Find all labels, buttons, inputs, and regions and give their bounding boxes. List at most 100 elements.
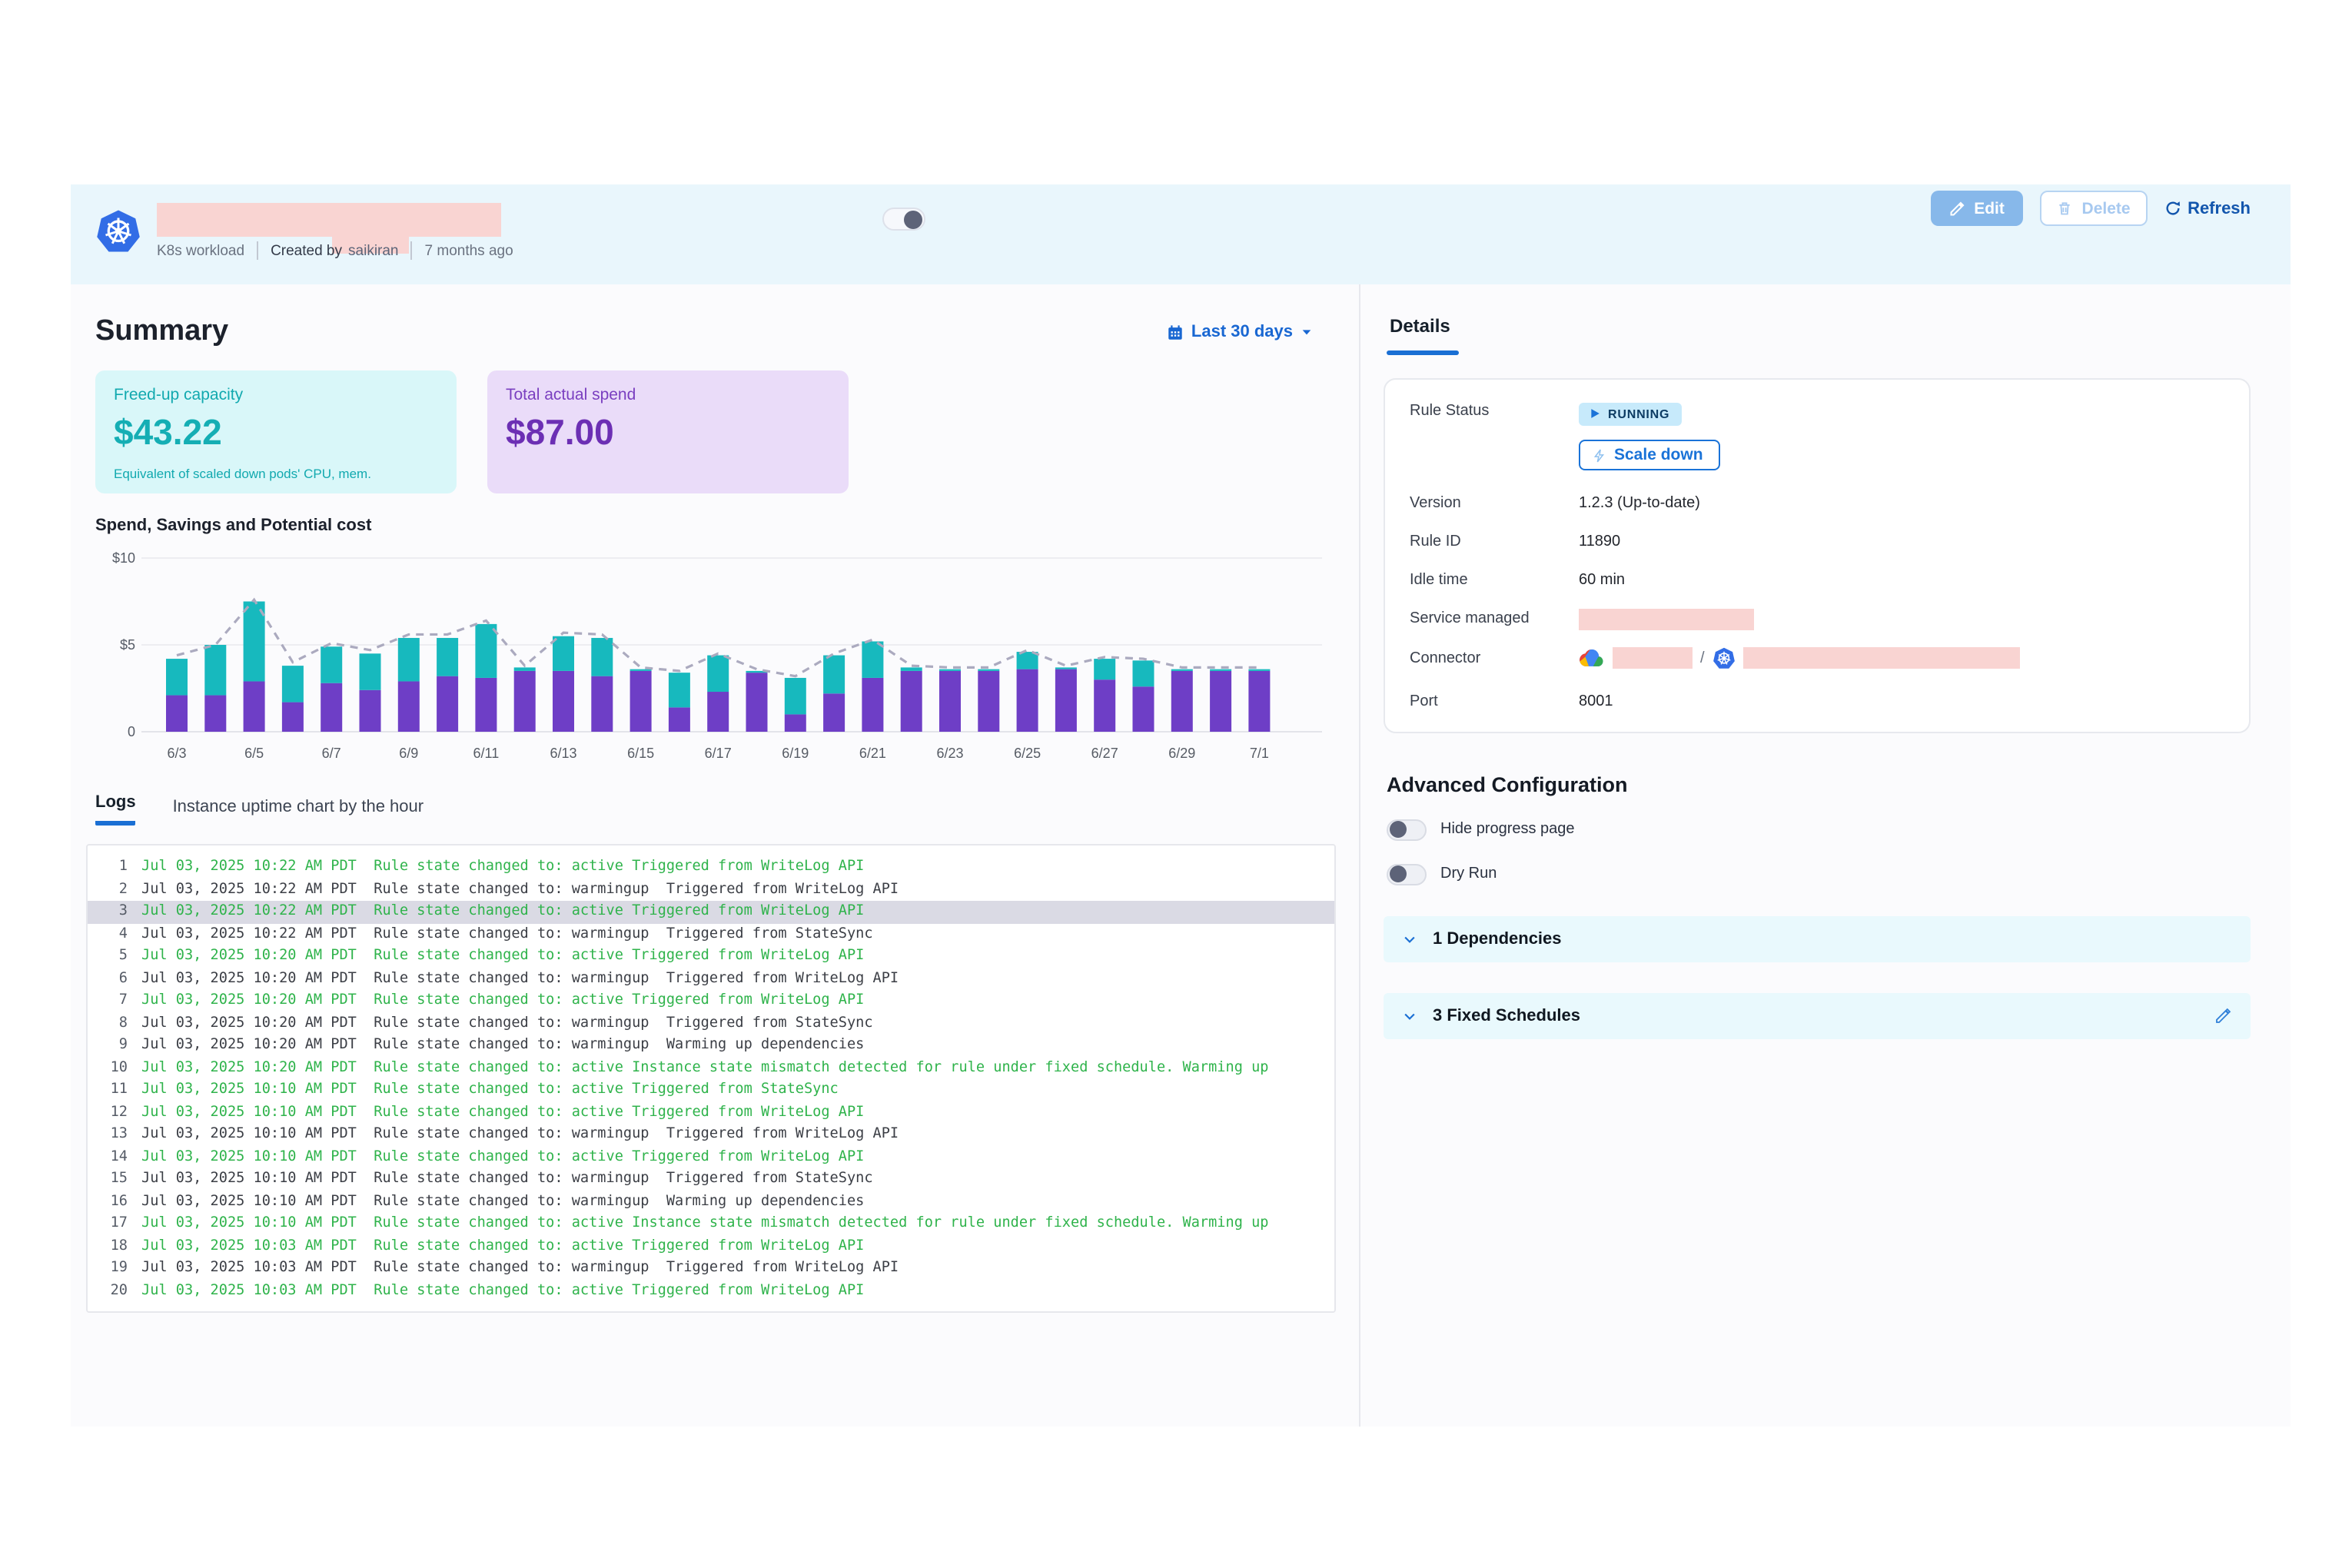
idle-time-value: 60 min <box>1579 568 1625 588</box>
spend-savings-chart: $10$506/36/56/76/96/116/136/156/176/196/… <box>95 538 1334 779</box>
card-value: $43.22 <box>114 412 438 453</box>
tab-logs[interactable]: Logs <box>95 793 136 826</box>
calendar-icon <box>1167 324 1184 341</box>
rule-id-value: 11890 <box>1579 530 1620 550</box>
log-line-number: 17 <box>88 1213 128 1235</box>
log-row[interactable]: 12Jul 03, 2025 10:10 AM PDT Rule state c… <box>88 1101 1334 1124</box>
log-row[interactable]: 8Jul 03, 2025 10:20 AM PDT Rule state ch… <box>88 1012 1334 1035</box>
workload-meta: K8s workload Created by saikiran 7 month… <box>157 241 513 260</box>
hide-progress-page-label: Hide progress page <box>1440 821 1575 838</box>
log-message: Jul 03, 2025 10:20 AM PDT Rule state cha… <box>141 1035 864 1057</box>
log-row[interactable]: 4Jul 03, 2025 10:22 AM PDT Rule state ch… <box>88 923 1334 945</box>
log-row[interactable]: 17 Jul 03, 2025 10:10 AM PDT Rule state c… <box>88 1213 1334 1235</box>
svg-text:$10: $10 <box>112 550 135 566</box>
log-line-number: 8 <box>88 1012 128 1035</box>
log-message: Jul 03, 2025 10:20 AM PDT Rule state cha… <box>141 945 864 968</box>
delete-button[interactable]: Delete <box>2040 191 2148 226</box>
log-row[interactable]: 5Jul 03, 2025 10:20 AM PDT Rule state ch… <box>88 945 1334 968</box>
connector-separator: / <box>1700 649 1705 666</box>
main-column: Summary Last 30 days Freed-up capacity $… <box>71 284 1360 1427</box>
rule-id-label: Rule ID <box>1410 530 1579 550</box>
log-row[interactable]: 16Jul 03, 2025 10:10 AM PDT Rule state c… <box>88 1191 1334 1213</box>
created-ago: 7 months ago <box>425 242 513 259</box>
summary-title: Summary <box>95 315 228 349</box>
log-row[interactable]: 19Jul 03, 2025 10:03 AM PDT Rule state c… <box>88 1257 1334 1280</box>
svg-text:6/3: 6/3 <box>167 746 186 761</box>
edit-pencil-icon[interactable] <box>2214 1006 2232 1025</box>
log-row[interactable]: 20Jul 03, 2025 10:03 AM PDT Rule state c… <box>88 1280 1334 1302</box>
svg-text:6/29: 6/29 <box>1168 746 1195 761</box>
log-line-number: 4 <box>88 923 128 945</box>
log-line-number: 14 <box>88 1146 128 1168</box>
log-message: Jul 03, 2025 10:22 AM PDT Rule state cha… <box>141 856 864 879</box>
dependencies-expander[interactable]: 1 Dependencies <box>1384 915 2251 962</box>
log-row[interactable]: 6Jul 03, 2025 10:20 AM PDT Rule state ch… <box>88 968 1334 990</box>
scale-down-button[interactable]: Scale down <box>1579 440 1720 470</box>
rule-status-badge: RUNNING <box>1579 402 1682 425</box>
log-row[interactable]: 1Jul 03, 2025 10:22 AM PDT Rule state ch… <box>88 856 1334 879</box>
log-row[interactable]: 10Jul 03, 2025 10:20 AM PDT Rule state c… <box>88 1057 1334 1079</box>
svg-text:6/27: 6/27 <box>1091 746 1118 761</box>
log-row[interactable]: 3Jul 03, 2025 10:22 AM PDT Rule state ch… <box>88 901 1334 923</box>
svg-text:0: 0 <box>128 724 135 739</box>
log-row[interactable]: 7Jul 03, 2025 10:20 AM PDT Rule state ch… <box>88 990 1334 1012</box>
svg-text:6/25: 6/25 <box>1014 746 1041 761</box>
details-column: Details Rule Status RUNNING <box>1384 284 2251 1038</box>
hide-progress-page-toggle[interactable] <box>1387 819 1427 840</box>
connector-project-redacted <box>1613 647 1693 669</box>
log-message: Jul 03, 2025 10:10 AM PDT Rule state cha… <box>141 1101 864 1124</box>
log-message: Jul 03, 2025 10:10 AM PDT Rule state cha… <box>141 1146 864 1168</box>
delete-button-label: Delete <box>2082 199 2131 218</box>
log-line-number: 3 <box>88 901 128 923</box>
version-value: 1.2.3 (Up-to-date) <box>1579 491 1700 511</box>
edit-button[interactable]: Edit <box>1931 191 2023 226</box>
log-line-number: 2 <box>88 879 128 901</box>
svg-text:6/13: 6/13 <box>550 746 576 761</box>
log-line-number: 18 <box>88 1235 128 1257</box>
kubernetes-icon <box>95 209 141 255</box>
log-row[interactable]: 2Jul 03, 2025 10:22 AM PDT Rule state ch… <box>88 879 1334 901</box>
app-frame: K8s workload Created by saikiran 7 month… <box>71 184 2291 1427</box>
kubernetes-icon <box>1713 646 1736 669</box>
card-caption: Equivalent of scaled down pods' CPU, mem… <box>114 466 371 481</box>
chart-title: Spend, Savings and Potential cost <box>95 517 1334 535</box>
chart-svg: $10$506/36/56/76/96/116/136/156/176/196/… <box>95 538 1334 772</box>
date-range-selector[interactable]: Last 30 days <box>1167 323 1313 341</box>
page-header: K8s workload Created by saikiran 7 month… <box>71 184 2291 284</box>
freed-up-capacity-card: Freed-up capacity $43.22 Equivalent of s… <box>95 370 457 493</box>
details-card: Rule Status RUNNING Scale down <box>1384 378 2251 733</box>
log-row[interactable]: 15Jul 03, 2025 10:10 AM PDT Rule state c… <box>88 1168 1334 1191</box>
svg-text:7/1: 7/1 <box>1250 746 1269 761</box>
edit-button-label: Edit <box>1974 199 2005 218</box>
scale-down-label: Scale down <box>1614 446 1703 464</box>
log-row[interactable]: 14 Jul 03, 2025 10:10 AM PDT Rule state c… <box>88 1146 1334 1168</box>
log-line-number: 9 <box>88 1035 128 1057</box>
log-line-number: 19 <box>88 1257 128 1280</box>
tab-instance-uptime[interactable]: Instance uptime chart by the hour <box>173 798 424 826</box>
workload-enabled-toggle[interactable] <box>882 208 925 231</box>
created-by-label: Created by <box>271 242 342 259</box>
dry-run-toggle[interactable] <box>1387 863 1427 885</box>
log-row[interactable]: 13Jul 03, 2025 10:10 AM PDT Rule state c… <box>88 1124 1334 1146</box>
log-message: Jul 03, 2025 10:03 AM PDT Rule state cha… <box>141 1280 864 1302</box>
refresh-button[interactable]: Refresh <box>2164 199 2251 218</box>
fixed-schedules-expander[interactable]: 3 Fixed Schedules <box>1384 992 2251 1038</box>
log-message: Jul 03, 2025 10:10 AM PDT Rule state cha… <box>141 1191 864 1213</box>
google-cloud-icon <box>1579 647 1605 669</box>
caret-down-icon <box>1301 326 1313 338</box>
fixed-schedules-label: 3 Fixed Schedules <box>1433 1006 1580 1025</box>
svg-text:6/5: 6/5 <box>244 746 264 761</box>
lightning-icon <box>1593 447 1606 463</box>
log-row[interactable]: 11Jul 03, 2025 10:10 AM PDT Rule state c… <box>88 1079 1334 1101</box>
logs-panel[interactable]: 1Jul 03, 2025 10:22 AM PDT Rule state ch… <box>86 844 1336 1313</box>
tab-details[interactable]: Details <box>1390 284 1450 337</box>
refresh-icon <box>2164 200 2181 217</box>
log-row[interactable]: 9 Jul 03, 2025 10:20 AM PDT Rule state ch… <box>88 1035 1334 1057</box>
svg-text:6/15: 6/15 <box>627 746 654 761</box>
card-label: Freed-up capacity <box>114 386 438 404</box>
log-row[interactable]: 18Jul 03, 2025 10:03 AM PDT Rule state c… <box>88 1235 1334 1257</box>
idle-time-label: Idle time <box>1410 568 1579 588</box>
log-message: Jul 03, 2025 10:10 AM PDT Rule state cha… <box>141 1213 1268 1235</box>
svg-text:6/11: 6/11 <box>473 746 500 761</box>
created-by-user[interactable]: saikiran <box>348 242 399 259</box>
